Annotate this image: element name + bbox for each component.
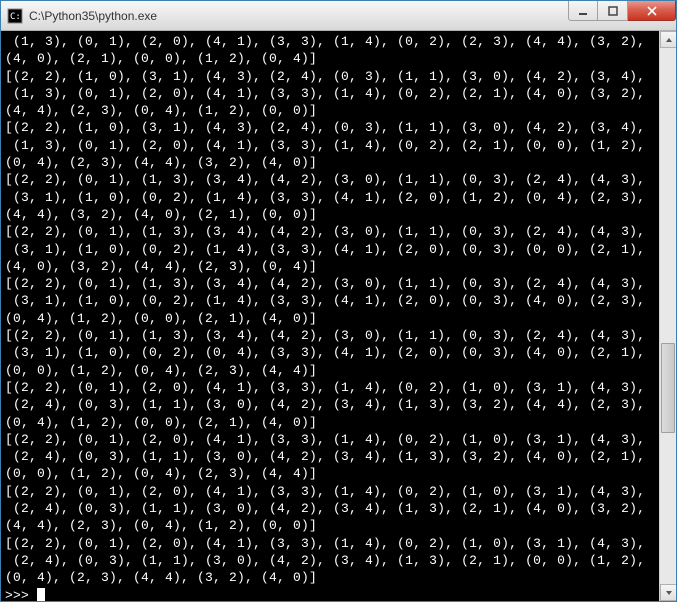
output-text: (1, 3), (0, 1), (2, 0), (4, 1), (3, 3), … xyxy=(5,34,645,585)
window-title: C:\Python35\python.exe xyxy=(29,9,157,23)
console-window: C: C:\Python35\python.exe (1, 3), (0, 1)… xyxy=(0,0,677,602)
console-output[interactable]: (1, 3), (0, 1), (2, 0), (4, 1), (3, 3), … xyxy=(1,31,659,601)
scroll-down-button[interactable] xyxy=(660,584,676,601)
console-area: (1, 3), (0, 1), (2, 0), (4, 1), (3, 3), … xyxy=(1,31,676,601)
scroll-up-button[interactable] xyxy=(660,31,676,48)
titlebar[interactable]: C: C:\Python35\python.exe xyxy=(1,1,676,31)
vertical-scrollbar[interactable] xyxy=(659,31,676,601)
maximize-button[interactable] xyxy=(598,1,628,21)
cursor xyxy=(37,588,45,602)
scroll-track[interactable] xyxy=(660,48,676,584)
close-button[interactable] xyxy=(628,1,676,21)
app-icon: C: xyxy=(7,8,23,24)
prompt: >>> xyxy=(5,588,37,602)
svg-text:C:: C: xyxy=(10,12,21,22)
minimize-button[interactable] xyxy=(568,1,598,21)
scroll-thumb[interactable] xyxy=(661,343,675,433)
title-left: C: C:\Python35\python.exe xyxy=(7,8,157,24)
window-controls xyxy=(568,1,676,30)
